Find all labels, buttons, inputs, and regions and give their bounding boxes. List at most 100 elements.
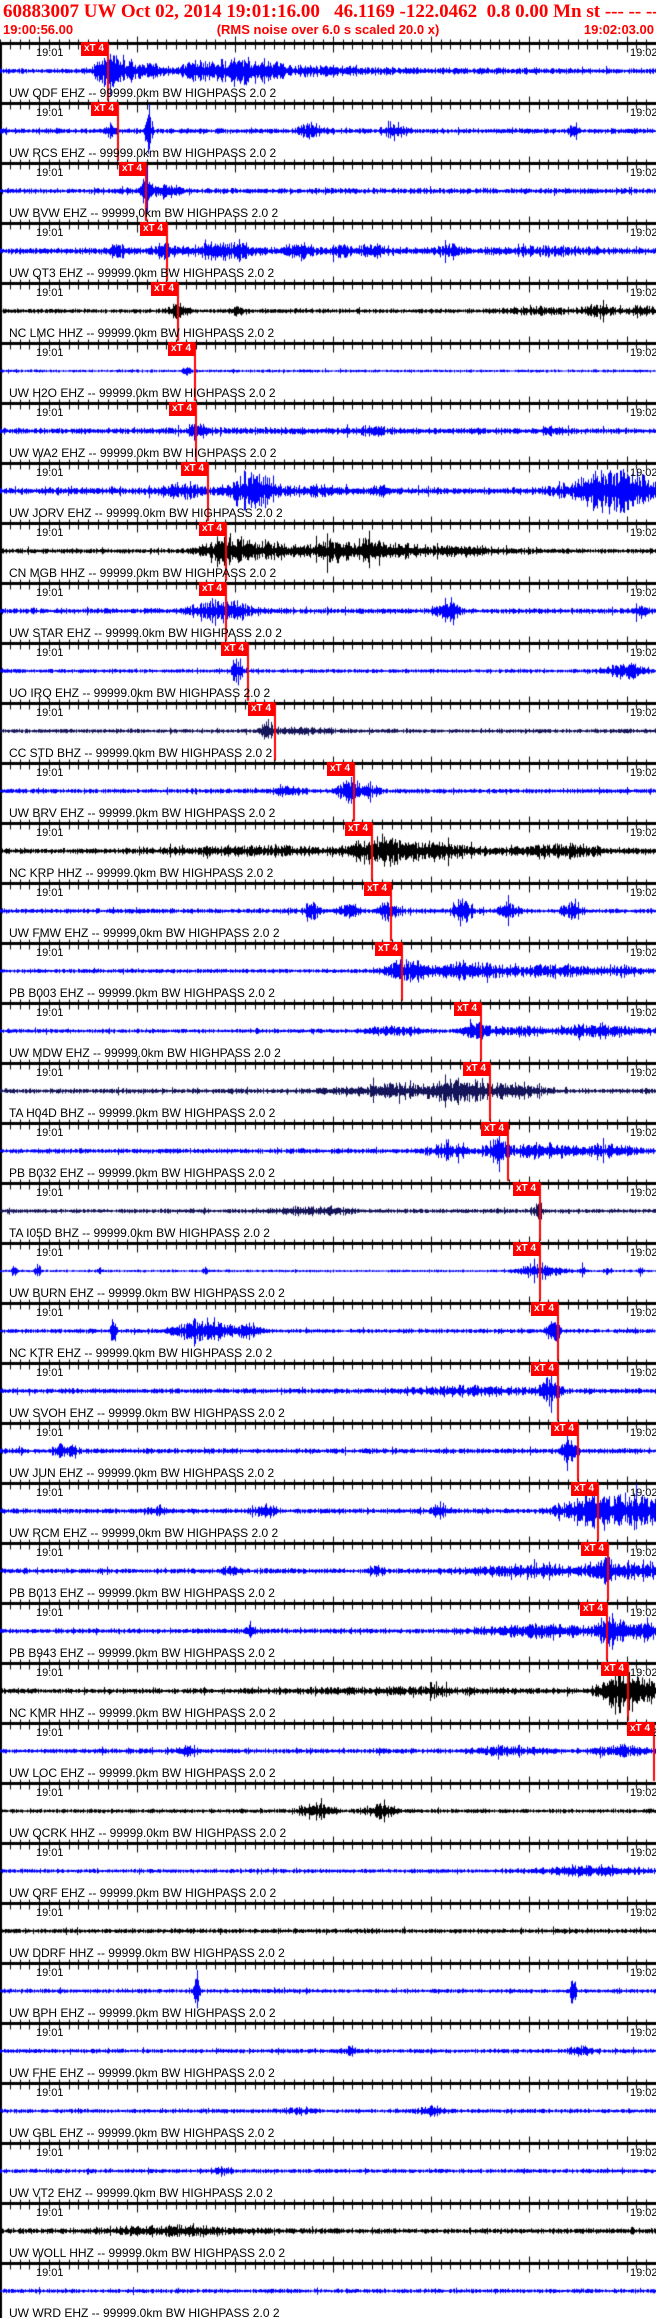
trace-row[interactable]: 19:01 19:02 xT 4 UW SVOH EHZ -- 99999.0km B… bbox=[0, 1362, 656, 1422]
trace-row[interactable]: 19:01 19:02 xT 4 PB B943 EHZ -- 99999.0km B… bbox=[0, 1602, 656, 1662]
station-label: UW BPH EHZ -- 99999.0km BW HIGHPASS 2.0 … bbox=[9, 2006, 276, 2020]
ruler-time-left: 19:01 bbox=[36, 407, 64, 419]
pick-flag[interactable]: xT 4 bbox=[199, 522, 226, 536]
ruler-time-right: 19:02 bbox=[630, 1367, 656, 1379]
pick-flag[interactable]: xT 4 bbox=[91, 102, 118, 116]
trace-row[interactable]: 19:01 19:02 xT 4 UW JUN EHZ -- 99999.0km BW… bbox=[0, 1422, 656, 1482]
trace-row[interactable]: 19:01 19:02 xT 4 UW MDW EHZ -- 99999.0km BW… bbox=[0, 1002, 656, 1062]
trace-row[interactable]: 19:01 19:02 xT 4 UW JORV EHZ -- 99999.0km B… bbox=[0, 462, 656, 522]
trace-row[interactable]: 19:01 19:02 UW QCRK HHZ -- 99999.0km BW HI… bbox=[0, 1782, 656, 1842]
trace-row[interactable]: 19:01 19:02 UW BPH EHZ -- 99999.0km BW HIG… bbox=[0, 1962, 656, 2022]
trace-row[interactable]: 19:01 19:02 xT 4 UO IRQ EHZ -- 99999.0km BW… bbox=[0, 642, 656, 702]
ruler-time-right: 19:02 bbox=[630, 2207, 656, 2219]
trace-row[interactable]: 19:01 19:02 UW GBL EHZ -- 99999.0km BW HIG… bbox=[0, 2082, 656, 2142]
pick-flag[interactable]: xT 4 bbox=[481, 1122, 508, 1136]
pick-flag[interactable]: xT 4 bbox=[181, 462, 208, 476]
trace-row[interactable]: 19:01 19:02 xT 4 UW BVW EHZ -- 99999.0km BW… bbox=[0, 162, 656, 222]
pick-flag[interactable]: xT 4 bbox=[81, 42, 108, 56]
pick-flag[interactable]: xT 4 bbox=[580, 1602, 607, 1616]
trace-row[interactable]: 19:01 19:02 UW FHE EHZ -- 99999.0km BW HIG… bbox=[0, 2022, 656, 2082]
pick-flag[interactable]: xT 4 bbox=[601, 1662, 628, 1676]
trace-row[interactable]: 19:01 19:02 xT 4 PB B003 EHZ -- 99999.0km B… bbox=[0, 942, 656, 1002]
station-label: TA I05D BHZ -- 99999.0km BW HIGHPASS 2.0… bbox=[9, 1226, 270, 1240]
ruler-time-right: 19:02 bbox=[630, 527, 656, 539]
pick-flag[interactable]: xT 4 bbox=[168, 342, 195, 356]
ruler-time-left: 19:01 bbox=[36, 1967, 64, 1979]
trace-row[interactable]: 19:01 19:02 xT 4 UW WA2 EHZ -- 99999.0km BW… bbox=[0, 402, 656, 462]
station-label: UW BURN EHZ -- 99999.0km BW HIGHPASS 2.0… bbox=[9, 1286, 285, 1300]
station-label: UW WOLL HHZ -- 99999.0km BW HIGHPASS 2.0… bbox=[9, 2246, 286, 2260]
pick-flag[interactable]: xT 4 bbox=[364, 882, 391, 896]
pick-flag[interactable]: xT 4 bbox=[581, 1542, 608, 1556]
station-label: PB B032 EHZ -- 99999.0km BW HIGHPASS 2.0… bbox=[9, 1166, 275, 1180]
trace-row[interactable]: 19:01 19:02 xT 4 UW STAR EHZ -- 99999.0km B… bbox=[0, 582, 656, 642]
trace-row[interactable]: 19:01 19:02 xT 4 UW FMW EHZ -- 99999.0km BW… bbox=[0, 882, 656, 942]
station-label: NC KTR EHZ -- 99999.0km BW HIGHPASS 2.0 … bbox=[9, 1346, 273, 1360]
trace-row[interactable]: 19:01 19:02 UW QRF EHZ -- 99999.0km BW HIG… bbox=[0, 1842, 656, 1902]
trace-row[interactable]: 19:01 19:02 UW VT2 EHZ -- 99999.0km BW HIG… bbox=[0, 2142, 656, 2202]
pick-flag[interactable]: xT 4 bbox=[531, 1362, 558, 1376]
trace-row[interactable]: 19:01 19:02 xT 4 UW QDF EHZ -- 99999.0km BW… bbox=[0, 42, 656, 102]
ruler-time-left: 19:01 bbox=[36, 347, 64, 359]
pick-flag[interactable]: xT 4 bbox=[345, 822, 372, 836]
pick-flag[interactable]: xT 4 bbox=[221, 642, 248, 656]
ruler-time-right: 19:02 bbox=[630, 1547, 656, 1559]
ruler-time-left: 19:01 bbox=[36, 1907, 64, 1919]
pick-flag[interactable]: xT 4 bbox=[454, 1002, 481, 1016]
pick-flag[interactable]: xT 4 bbox=[463, 1062, 490, 1076]
pick-flag[interactable]: xT 4 bbox=[513, 1242, 540, 1256]
ruler-time-left: 19:01 bbox=[36, 1127, 64, 1139]
station-label: UW STAR EHZ -- 99999.0km BW HIGHPASS 2.0… bbox=[9, 626, 282, 640]
pick-flag[interactable]: xT 4 bbox=[375, 942, 402, 956]
ruler-time-right: 19:02 bbox=[630, 1787, 656, 1799]
trace-row[interactable]: 19:01 19:02 xT 4 PB B032 EHZ -- 99999.0km B… bbox=[0, 1122, 656, 1182]
trace-row[interactable]: 19:01 19:02 xT 4 CN MGB HHZ -- 99999.0km BW… bbox=[0, 522, 656, 582]
pick-flag[interactable]: xT 4 bbox=[151, 282, 178, 296]
pick-flag[interactable]: xT 4 bbox=[199, 582, 226, 596]
station-label: UW FHE EHZ -- 99999.0km BW HIGHPASS 2.0 … bbox=[9, 2066, 275, 2080]
pick-flag[interactable]: xT 4 bbox=[327, 762, 354, 776]
ruler-time-left: 19:01 bbox=[36, 1247, 64, 1259]
ruler-time-right: 19:02 bbox=[630, 407, 656, 419]
ruler-time-right: 19:02 bbox=[630, 887, 656, 899]
ruler-time-left: 19:01 bbox=[36, 1787, 64, 1799]
station-label: UW BRV EHZ -- 99999.0km BW HIGHPASS 2.0 … bbox=[9, 806, 276, 820]
trace-row[interactable]: 19:01 19:02 UW DDRF HHZ -- 99999.0km BW HI… bbox=[0, 1902, 656, 1962]
trace-row[interactable]: 19:01 19:02 UW WRD EHZ -- 99999.0km BW HIG… bbox=[0, 2262, 656, 2318]
pick-flag[interactable]: xT 4 bbox=[140, 222, 167, 236]
pick-flag[interactable]: xT 4 bbox=[531, 1302, 558, 1316]
pick-flag[interactable]: xT 4 bbox=[513, 1182, 540, 1196]
trace-row[interactable]: 19:01 19:02 xT 4 PB B013 EHZ -- 99999.0km B… bbox=[0, 1542, 656, 1602]
pick-flag[interactable]: xT 4 bbox=[169, 402, 196, 416]
ruler-time-left: 19:01 bbox=[36, 1487, 64, 1499]
trace-row[interactable]: 19:01 19:02 xT 4 UW QT3 EHZ -- 99999.0km BW… bbox=[0, 222, 656, 282]
trace-row[interactable]: 19:01 19:02 xT 4 UW RCM EHZ -- 99999.0km BW… bbox=[0, 1482, 656, 1542]
trace-row[interactable]: 19:01 19:02 xT 4 UW RCS EHZ -- 99999.0km BW… bbox=[0, 102, 656, 162]
station-label: UW RCM EHZ -- 99999.0km BW HIGHPASS 2.0 … bbox=[9, 1526, 279, 1540]
station-label: UO IRQ EHZ -- 99999.0km BW HIGHPASS 2.0 … bbox=[9, 686, 271, 700]
trace-row[interactable]: 19:01 19:02 xT 4 UW BRV EHZ -- 99999.0km BW… bbox=[0, 762, 656, 822]
trace-row[interactable]: 19:01 19:02 xT 4 NC KMR HHZ -- 99999.0km BW… bbox=[0, 1662, 656, 1722]
ruler-time-right: 19:02 bbox=[630, 947, 656, 959]
pick-flag[interactable]: xT 4 bbox=[571, 1482, 598, 1496]
trace-row[interactable]: 19:01 19:02 xT 4 CC STD BHZ -- 99999.0km BW… bbox=[0, 702, 656, 762]
pick-flag[interactable]: xT 4 bbox=[248, 702, 275, 716]
trace-row[interactable]: 19:01 19:02 xT 4 NC LMC HHZ -- 99999.0km BW… bbox=[0, 282, 656, 342]
station-label: UW DDRF HHZ -- 99999.0km BW HIGHPASS 2.0… bbox=[9, 1946, 285, 1960]
pick-flag[interactable]: xT 4 bbox=[627, 1722, 654, 1736]
pick-flag[interactable]: xT 4 bbox=[551, 1422, 578, 1436]
trace-row[interactable]: 19:01 19:02 xT 4 TA H04D BHZ -- 99999.0km B… bbox=[0, 1062, 656, 1122]
trace-row[interactable]: 19:0119:02xT 4UW LOC EHZ -- 99999.0km BW… bbox=[0, 1722, 656, 1782]
trace-row[interactable]: 19:01 19:02 xT 4 NC KTR EHZ -- 99999.0km BW… bbox=[0, 1302, 656, 1362]
pick-flag[interactable]: xT 4 bbox=[119, 162, 146, 176]
ruler-time-right: 19:02 bbox=[630, 167, 656, 179]
trace-row[interactable]: 19:01 19:02 UW WOLL HHZ -- 99999.0km BW HI… bbox=[0, 2202, 656, 2262]
trace-row[interactable]: 19:01 19:02 xT 4 UW BURN EHZ -- 99999.0km B… bbox=[0, 1242, 656, 1302]
ruler-time-left: 19:01 bbox=[36, 707, 64, 719]
trace-row[interactable]: 19:01 19:02 xT 4 NC KRP HHZ -- 99999.0km BW… bbox=[0, 822, 656, 882]
station-label: UW QRF EHZ -- 99999.0km BW HIGHPASS 2.0 … bbox=[9, 1886, 277, 1900]
ruler-time-left: 19:01 bbox=[36, 767, 64, 779]
trace-row[interactable]: 19:01 19:02 xT 4 TA I05D BHZ -- 99999.0km B… bbox=[0, 1182, 656, 1242]
ruler-time-right: 19:02 bbox=[630, 287, 656, 299]
trace-row[interactable]: 19:01 19:02 xT 4 UW H2O EHZ -- 99999.0km BW… bbox=[0, 342, 656, 402]
